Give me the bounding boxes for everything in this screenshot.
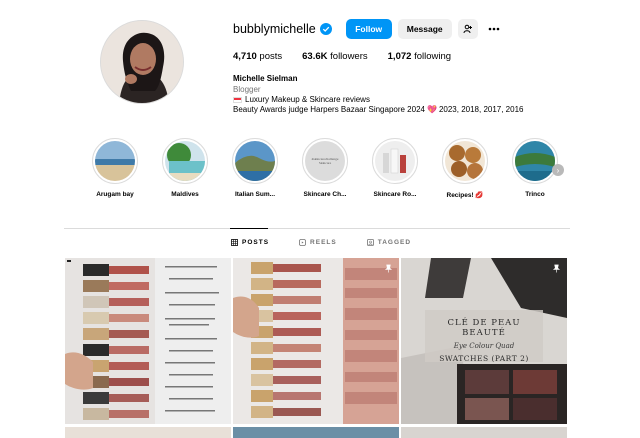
post-row2-3[interactable] [401,427,567,438]
profile-info: bubblymichelle Follow Message 4,710 post… [233,18,593,114]
skincare-challenge-cover: #skincarechallenge Skincare [305,141,345,181]
bio-line-1: Luxury Makeup & Skincare reviews [233,95,593,104]
post-row2-1[interactable] [65,427,231,438]
full-name: Michelle Sielman [233,74,298,83]
follow-button[interactable]: Follow [345,19,392,39]
post-lipstick-swatch-list[interactable] [65,258,231,424]
highlight-arugam-bay[interactable]: Arugam bay [82,138,148,198]
coast-image [235,141,275,181]
highlight-skincare-challenge[interactable]: #skincarechallenge Skincare Skincare Ch.… [292,138,358,198]
reels-icon [299,239,306,246]
tagged-icon [366,239,374,246]
highlight-recipes[interactable]: Recipes! 💋 [432,138,498,199]
highlights-next-arrow-icon[interactable]: › [552,164,564,176]
pinned-icon [384,264,393,273]
tab-tagged[interactable]: TAGGED [366,239,411,246]
heart-icon: 💖 [426,105,437,114]
add-user-icon[interactable] [457,19,478,39]
verified-badge-icon [319,23,332,35]
cookies-image [445,141,485,181]
profile-header-row: bubblymichelle Follow Message [233,18,593,40]
palm-image [165,141,205,181]
post-cle-de-peau-swatches[interactable]: CLÉ DE PEAU BEAUTÉ Eye Colour Quad SWATC… [401,258,567,424]
post-text-overlay: CLÉ DE PEAU BEAUTÉ Eye Colour Quad SWATC… [439,318,529,363]
username: bubblymichelle [233,22,316,36]
profile-category: Blogger [233,85,261,94]
tab-posts[interactable]: POSTS [231,239,269,246]
profile-avatar[interactable] [100,20,184,104]
highlight-skincare-routine[interactable]: Skincare Ro... [362,138,428,198]
post-lipstick-swatches[interactable] [233,258,399,424]
skincare-bottles-image [375,141,415,181]
singapore-flag-icon [233,96,242,103]
post-row2-2[interactable] [233,427,399,438]
story-highlights: Arugam bay Maldives Italian Sum... #skin… [82,138,572,202]
profile-tabs: POSTS REELS TAGGED [231,239,441,246]
posts-count: 4,710 posts [233,51,283,62]
grid-icon [231,239,238,246]
ocean-image [515,141,555,181]
beach-image [95,141,135,181]
tabs-divider [64,228,570,229]
message-button[interactable]: Message [397,19,452,39]
highlight-maldives[interactable]: Maldives [152,138,218,198]
profile-stats: 4,710 posts 63.6K followers 1,072 follow… [233,51,593,62]
tab-reels[interactable]: REELS [299,239,337,246]
following-count[interactable]: 1,072 following [388,51,451,62]
highlight-italian-summer[interactable]: Italian Sum... [222,138,288,198]
followers-count[interactable]: 63.6K followers [302,51,368,62]
more-options-icon[interactable] [484,19,504,39]
pinned-icon [552,264,561,273]
bio-line-2: Beauty Awards judge Harpers Bazaar Singa… [233,105,524,114]
active-tab-indicator [230,228,268,229]
